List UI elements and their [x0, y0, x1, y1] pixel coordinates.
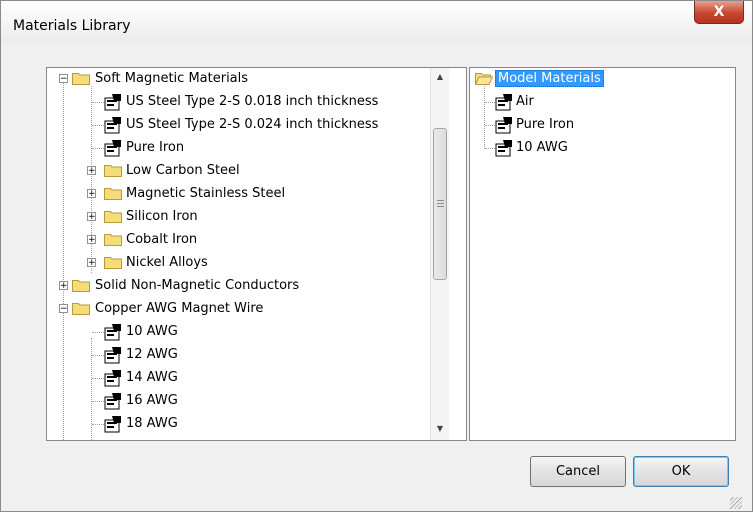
dialog-body: − Soft Magnetic Materials US Steel Type … [8, 43, 744, 511]
tree-item-label: Magnetic Stainless Steel [126, 186, 286, 201]
expand-toggle[interactable]: + [87, 166, 96, 176]
model-materials-root[interactable]: Model Materials [470, 68, 730, 90]
collapse-toggle[interactable]: − [59, 304, 68, 314]
tree-item-label: Nickel Alloys [126, 255, 208, 270]
tree-item-label: Low Carbon Steel [126, 163, 240, 178]
tree-item-label: Cobalt Iron [126, 232, 198, 247]
tree-item-16-awg[interactable]: 16 AWG [47, 390, 430, 412]
tree-item-label: Soft Magnetic Materials [95, 71, 249, 86]
expand-toggle[interactable]: + [87, 258, 96, 268]
tree-item-label: 12 AWG [126, 347, 178, 362]
folder-icon [104, 257, 122, 269]
model-item-air[interactable]: Air [470, 91, 730, 113]
tree-item-18-awg[interactable]: 18 AWG [47, 413, 430, 435]
tree-item-silicon-iron[interactable]: + Silicon Iron [47, 206, 430, 228]
collapse-toggle[interactable]: − [59, 74, 68, 84]
tree-item-copper-awg-magnet-wire[interactable]: − Copper AWG Magnet Wire [47, 298, 430, 320]
tree-item-label: Copper AWG Magnet Wire [95, 301, 264, 316]
tree-item-soft-magnetic-materials[interactable]: − Soft Magnetic Materials [47, 68, 430, 90]
tree-item-pure-iron[interactable]: Pure Iron [47, 137, 430, 159]
tree-item-label: Pure Iron [126, 140, 185, 155]
tree-item-label: 10 AWG [126, 324, 178, 339]
close-icon: X [713, 4, 725, 20]
expand-toggle[interactable]: + [87, 212, 96, 222]
material-icon [104, 140, 121, 157]
material-icon [495, 140, 512, 157]
model-item-pure-iron[interactable]: Pure Iron [470, 114, 730, 136]
close-button[interactable]: X [694, 1, 744, 24]
title-bar: Materials Library X [1, 1, 752, 43]
library-tree-panel[interactable]: − Soft Magnetic Materials US Steel Type … [46, 67, 467, 441]
tree-item-magnetic-stainless-steel[interactable]: + Magnetic Stainless Steel [47, 183, 430, 205]
material-icon [495, 117, 512, 134]
folder-icon [104, 234, 122, 246]
material-icon [104, 370, 121, 387]
scroll-up-arrow-icon[interactable]: ▲ [431, 68, 449, 86]
open-folder-icon [475, 73, 493, 85]
folder-icon [104, 188, 122, 200]
tree-item-10-awg[interactable]: 10 AWG [47, 321, 430, 343]
tree-item-label: Silicon Iron [126, 209, 198, 224]
expand-toggle[interactable]: + [59, 281, 68, 291]
tree-item-nickel-alloys[interactable]: + Nickel Alloys [47, 252, 430, 274]
tree-item-label: 14 AWG [126, 370, 178, 385]
scroll-down-arrow-icon[interactable]: ▼ [431, 420, 449, 438]
material-icon [104, 347, 121, 364]
scrollbar-thumb[interactable] [433, 128, 447, 280]
resize-grip[interactable] [730, 497, 742, 509]
model-item-label: 10 AWG [516, 140, 568, 155]
tree-item-label: US Steel Type 2-S 0.024 inch thickness [126, 117, 379, 132]
folder-icon [72, 280, 90, 292]
tree-item-label: Solid Non-Magnetic Conductors [95, 278, 300, 293]
tree-item-low-carbon-steel[interactable]: + Low Carbon Steel [47, 160, 430, 182]
ok-button[interactable]: OK [633, 456, 729, 487]
folder-icon [104, 211, 122, 223]
model-item-label: Pure Iron [516, 117, 575, 132]
folder-icon [104, 165, 122, 177]
material-icon [104, 393, 121, 410]
cancel-button[interactable]: Cancel [530, 456, 626, 487]
expand-toggle[interactable]: + [87, 189, 96, 199]
tree-item-label: US Steel Type 2-S 0.018 inch thickness [126, 94, 379, 109]
tree-item-cobalt-iron[interactable]: + Cobalt Iron [47, 229, 430, 251]
material-icon [104, 324, 121, 341]
expand-toggle[interactable]: + [87, 235, 96, 245]
library-tree-scrollbar[interactable]: ▲ ▼ [430, 68, 449, 440]
tree-item-solid-non-magnetic-conductors[interactable]: + Solid Non-Magnetic Conductors [47, 275, 430, 297]
material-icon [104, 94, 121, 111]
material-icon [495, 94, 512, 111]
materials-library-window: Materials Library X − Soft Magnetic Mate… [0, 0, 753, 512]
tree-item-label: 16 AWG [126, 393, 178, 408]
model-materials-panel[interactable]: Model Materials Air Pure Iron 10 AWG [469, 67, 736, 441]
model-item-label: Air [516, 94, 534, 109]
material-icon [104, 117, 121, 134]
material-icon [104, 416, 121, 433]
folder-icon [72, 303, 90, 315]
tree-item-12-awg[interactable]: 12 AWG [47, 344, 430, 366]
tree-item-label: 18 AWG [126, 416, 178, 431]
folder-icon [72, 73, 90, 85]
tree-item-14-awg[interactable]: 14 AWG [47, 367, 430, 389]
model-materials-label: Model Materials [495, 70, 604, 87]
tree-item-us-steel-0018[interactable]: US Steel Type 2-S 0.018 inch thickness [47, 91, 430, 113]
model-item-10-awg[interactable]: 10 AWG [470, 137, 730, 159]
window-title: Materials Library [13, 18, 131, 34]
tree-item-us-steel-0024[interactable]: US Steel Type 2-S 0.024 inch thickness [47, 114, 430, 136]
